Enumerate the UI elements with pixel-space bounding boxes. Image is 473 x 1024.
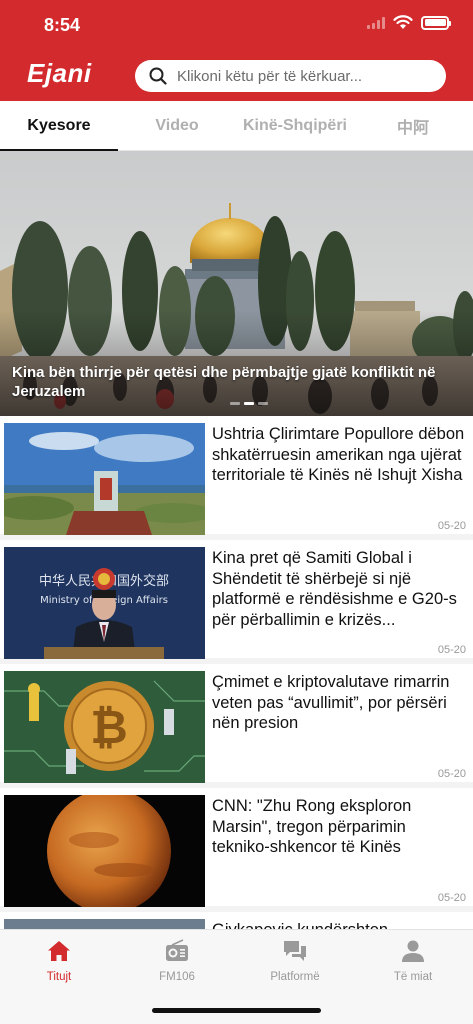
search-icon (149, 67, 167, 85)
carousel-dot (230, 402, 240, 405)
nav-platforme[interactable]: Platformë (236, 938, 354, 983)
news-item[interactable]: 中华人民共和国外交部 Ministry of Foreign Affairs K… (0, 540, 473, 659)
person-icon (402, 940, 424, 962)
news-title[interactable]: Çmimet e kriptovalutave rimarrin veten p… (212, 672, 465, 734)
status-time: 8:54 (44, 15, 81, 35)
hero-caption[interactable]: Kina bën thirrje për qetësi dhe përmbajt… (12, 363, 462, 401)
news-item[interactable]: CNN: "Zhu Rong eksploron Marsin", tregon… (0, 788, 473, 907)
nav-te-miat[interactable]: Të miat (354, 938, 472, 983)
nav-label: FM106 (159, 971, 195, 983)
app-logo: Ejani (27, 58, 92, 88)
news-title[interactable]: Kina pret që Samiti Global i Shëndetit t… (212, 548, 465, 630)
search-bar[interactable] (135, 60, 446, 92)
news-item[interactable]: ₿ Çmimet e kriptovalutave rimarrin veten… (0, 664, 473, 783)
news-thumbnail (4, 919, 205, 929)
svg-text:₿: ₿ (90, 700, 128, 754)
news-thumbnail (4, 423, 205, 535)
carousel-dot (258, 402, 268, 405)
carousel-indicator (230, 402, 268, 405)
tab-kine-shqiperi[interactable]: Kinë-Shqipëri (236, 101, 354, 151)
news-list: Ushtria Çlirimtare Popullore dëbon shkat… (0, 416, 473, 929)
status-icons (367, 15, 451, 30)
radio-icon (166, 939, 188, 961)
category-tabs: Kyesore Video Kinë-Shqipëri 中阿 (0, 101, 473, 152)
nav-label: Platformë (270, 971, 320, 983)
tab-kyesore[interactable]: Kyesore (0, 101, 118, 152)
battery-icon (421, 15, 451, 30)
app-header: 8:54 Ejani (0, 0, 473, 101)
news-title[interactable]: Ushtria Çlirimtare Popullore dëbon shkat… (212, 424, 465, 486)
nav-titujt[interactable]: Titujt (0, 938, 118, 983)
hero-carousel[interactable]: Kina bën thirrje për qetësi dhe përmbajt… (0, 151, 473, 416)
news-title[interactable]: CNN: "Zhu Rong eksploron Marsin", tregon… (212, 796, 465, 858)
news-item[interactable]: Gjykapovic kundërshton (0, 912, 473, 929)
news-title[interactable]: Gjykapovic kundërshton (212, 920, 465, 929)
nav-label: Titujt (46, 971, 72, 983)
nav-label: Të miat (393, 971, 433, 983)
wifi-icon (393, 15, 413, 29)
search-input[interactable] (177, 67, 437, 85)
home-icon (48, 941, 70, 961)
news-date: 05-20 (437, 892, 466, 904)
home-indicator (152, 1008, 321, 1013)
news-item[interactable]: Ushtria Çlirimtare Popullore dëbon shkat… (0, 416, 473, 535)
tab-zhong-a[interactable]: 中阿 (354, 101, 472, 151)
news-thumbnail (4, 795, 205, 907)
news-thumbnail: ₿ (4, 671, 205, 783)
news-date: 05-20 (437, 768, 466, 780)
signal-icon (367, 16, 385, 29)
nav-fm106[interactable]: FM106 (118, 938, 236, 983)
tab-video[interactable]: Video (118, 101, 236, 151)
news-thumbnail: 中华人民共和国外交部 Ministry of Foreign Affairs (4, 547, 205, 659)
news-date: 05-20 (437, 644, 466, 656)
carousel-dot-active (244, 402, 254, 405)
chat-icon (284, 941, 306, 961)
news-date: 05-20 (437, 520, 466, 532)
